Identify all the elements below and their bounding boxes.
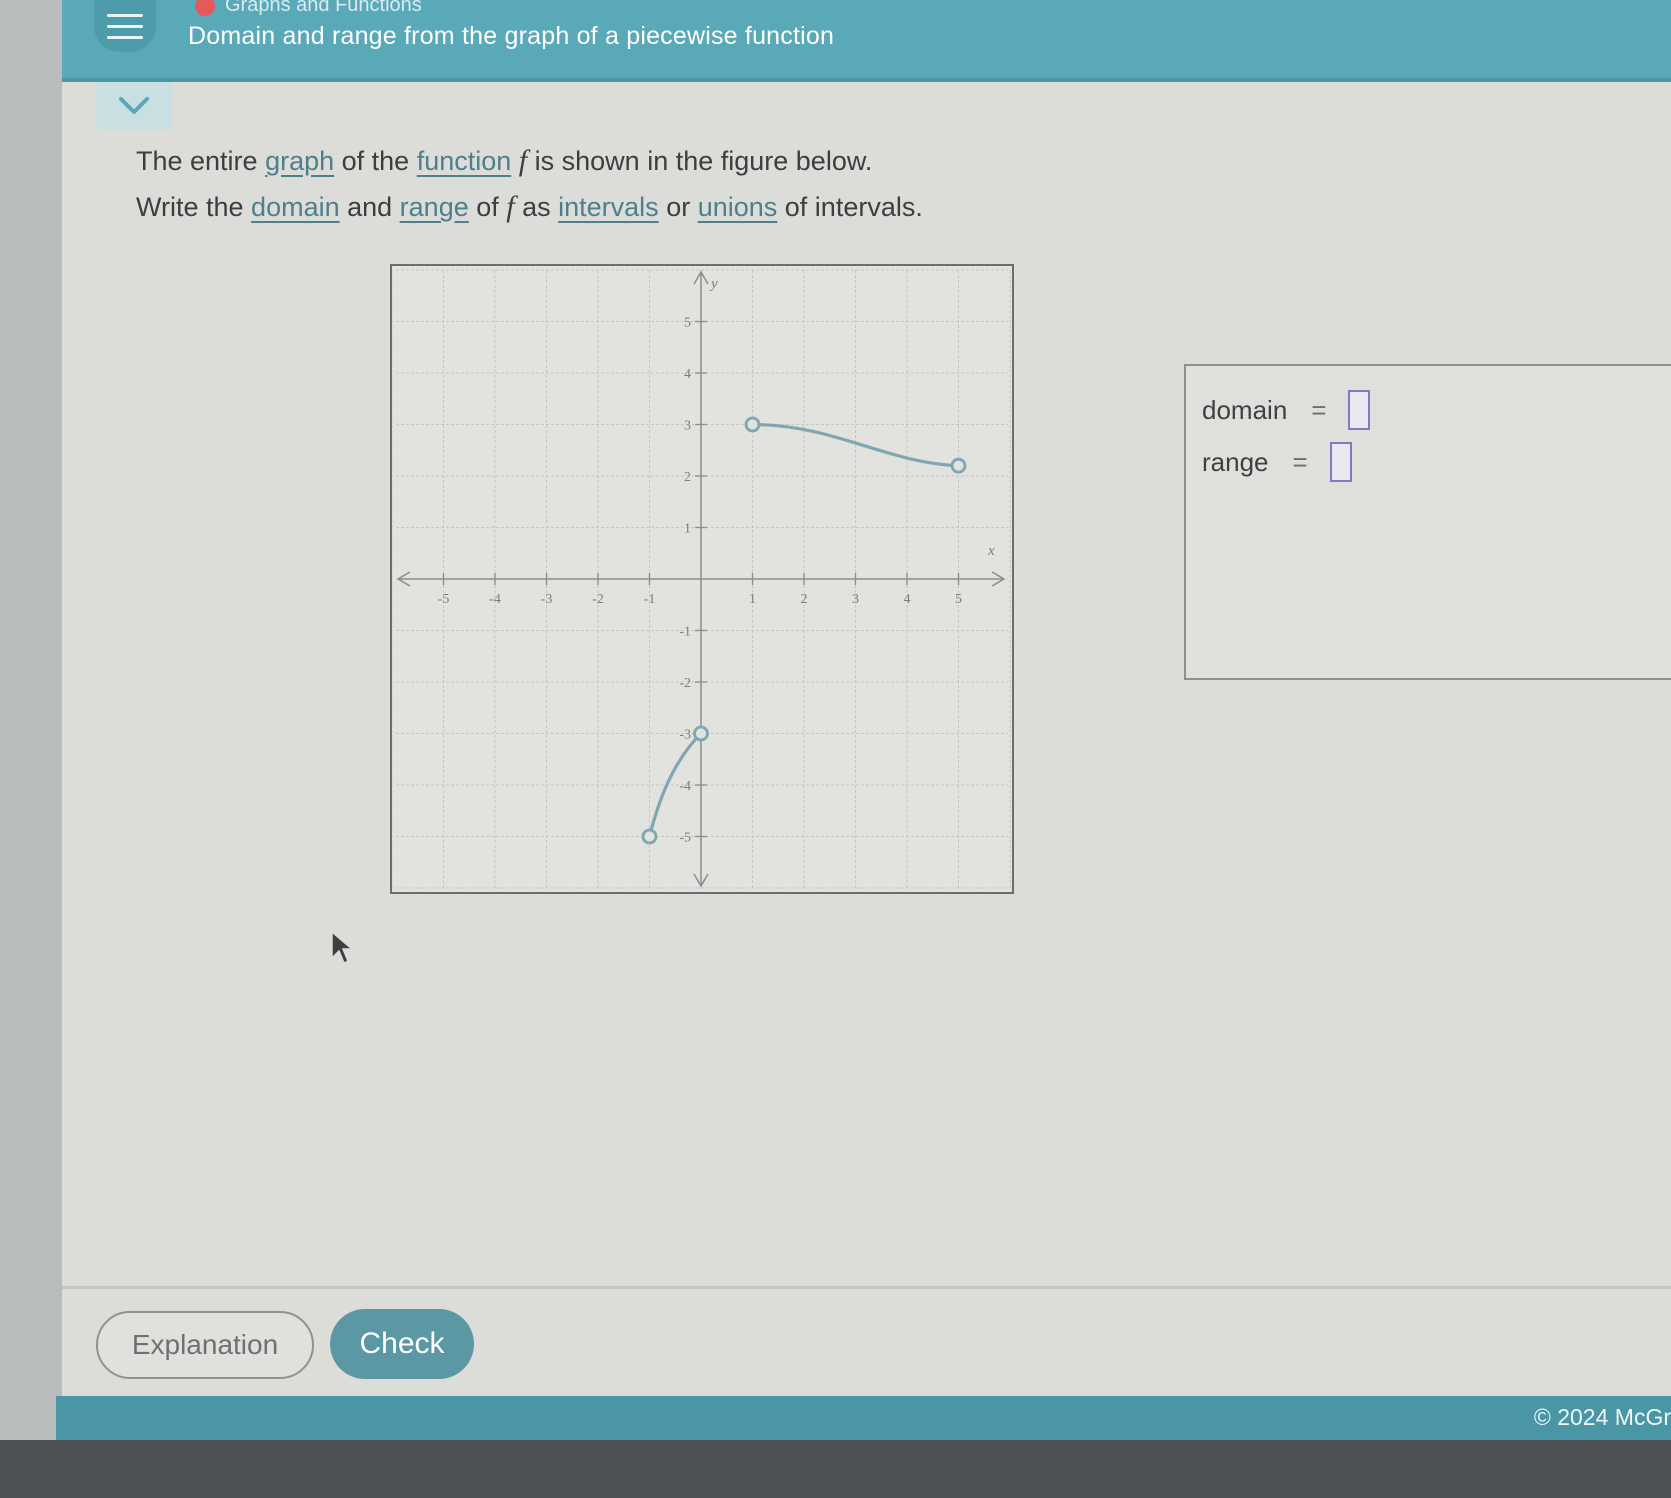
collapse-button[interactable] (96, 82, 172, 130)
x-axis-label: x (987, 543, 995, 559)
y-tick-label: -2 (679, 676, 691, 691)
y-tick-label: 2 (684, 470, 691, 485)
y-tick-label: -4 (679, 779, 691, 794)
breadcrumb: Graphs and Functions (195, 0, 422, 17)
answer-panel: domain = range = (1184, 364, 1671, 680)
text: of the (334, 146, 417, 176)
text: and (339, 192, 400, 222)
breadcrumb-text: Graphs and Functions (225, 0, 422, 16)
range-label: range (1202, 446, 1269, 477)
range-row: range = (1202, 442, 1352, 482)
equals-sign: = (1311, 394, 1327, 425)
text: The entire (136, 146, 266, 176)
coordinate-graph: x y -5 -4 -3 -2 -1 1 2 3 4 5 5 4 3 2 1 -1 -2 -3 -4 -5 (391, 269, 1011, 889)
glossary-link-unions[interactable]: unions (698, 192, 778, 222)
top-bar-strip (62, 78, 1671, 82)
domain-label: domain (1202, 394, 1288, 425)
y-tick-label: 3 (684, 419, 691, 434)
page-title: Domain and range from the graph of a pie… (188, 22, 835, 50)
question-text: The entire graph of the function f is sh… (136, 138, 923, 230)
check-button[interactable]: Check (330, 1309, 474, 1379)
hamburger-icon-line (107, 24, 143, 28)
y-tick-label: -1 (679, 625, 691, 640)
function-variable: f (506, 190, 515, 223)
function-variable: f (518, 144, 528, 177)
range-input[interactable] (1329, 442, 1352, 482)
open-endpoint (693, 725, 709, 742)
domain-row: domain = (1202, 390, 1371, 430)
glossary-link-graph[interactable]: graph (265, 146, 334, 176)
y-tick-label: 5 (684, 316, 691, 331)
glossary-link-range[interactable]: range (400, 192, 469, 222)
explanation-button[interactable]: Explanation (96, 1311, 314, 1379)
x-tick-label: 2 (801, 592, 808, 607)
glossary-link-intervals[interactable]: intervals (558, 192, 659, 222)
y-tick-label: -5 (679, 831, 691, 846)
x-tick-label: 1 (749, 592, 756, 607)
text: or (658, 192, 698, 222)
y-tick-label: 4 (684, 367, 691, 382)
x-tick-label: 5 (955, 592, 962, 607)
x-tick-label: -4 (489, 592, 501, 607)
x-tick-label: 4 (904, 592, 911, 607)
x-tick-label: -3 (541, 592, 553, 607)
mouse-cursor-icon (331, 930, 354, 965)
text: of (468, 192, 507, 222)
domain-input[interactable] (1348, 390, 1371, 430)
x-tick-label: 3 (852, 592, 859, 607)
y-axis-label: y (709, 276, 718, 292)
footer-bar: © 2024 McGr (56, 1396, 1671, 1440)
text: as (514, 192, 559, 222)
open-endpoint (744, 416, 761, 433)
text: is shown in the figure below. (527, 146, 873, 176)
topic-status-icon (195, 0, 215, 16)
y-tick-label: -3 (679, 728, 691, 743)
divider (62, 1286, 1671, 1289)
x-tick-label: -1 (644, 592, 656, 607)
screen: Graphs and Functions Domain and range fr… (0, 0, 1671, 1498)
copyright-text: © 2024 McGr (1533, 1404, 1671, 1430)
question-line-2: Write the domain and range of f as inter… (136, 184, 923, 230)
y-tick-label: 1 (684, 522, 691, 537)
hamburger-icon (107, 13, 143, 17)
open-endpoint (641, 828, 658, 845)
graph-figure: x y -5 -4 -3 -2 -1 1 2 3 4 5 5 4 3 2 1 -1 -2 -3 -4 -5 (390, 264, 1014, 894)
question-line-1: The entire graph of the function f is sh… (136, 138, 923, 184)
open-endpoint (950, 457, 967, 474)
menu-button[interactable] (94, 0, 156, 52)
text: Write the (136, 192, 252, 222)
glossary-link-domain[interactable]: domain (251, 192, 340, 222)
left-bezel (0, 0, 62, 1440)
hamburger-icon-line (107, 35, 143, 39)
chevron-down-icon (119, 97, 149, 114)
bottom-bezel (0, 1440, 1671, 1498)
text: of intervals. (777, 192, 923, 222)
x-tick-label: -2 (592, 592, 604, 607)
glossary-link-function[interactable]: function (417, 146, 512, 176)
x-tick-label: -5 (438, 592, 450, 607)
equals-sign: = (1292, 446, 1308, 477)
